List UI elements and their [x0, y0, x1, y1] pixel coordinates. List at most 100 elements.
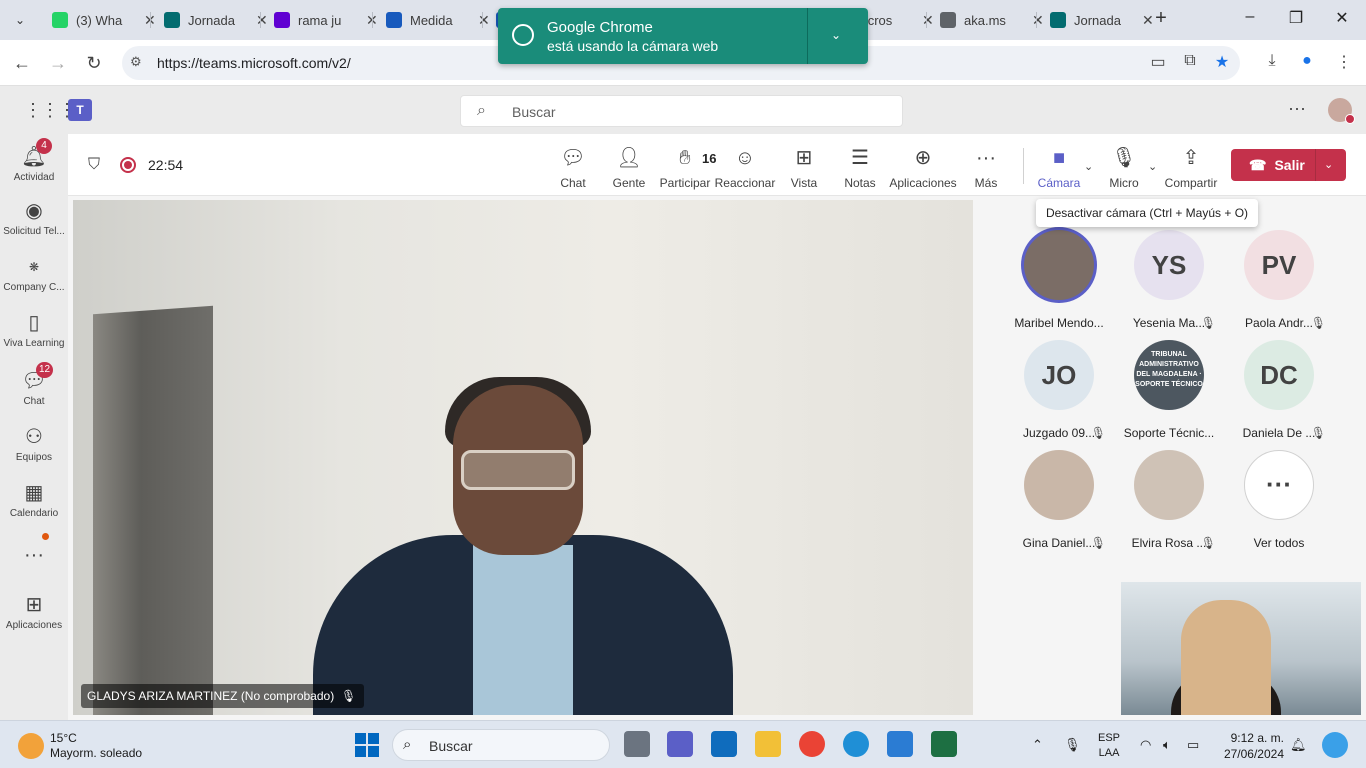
forward-arrow-icon[interactable]: → — [45, 50, 71, 76]
add-apps-icon: ⊞ — [25, 594, 43, 616]
main-speaker-video[interactable] — [73, 200, 973, 715]
rail-item-solicitud[interactable]: ◉ Solicitud Tel... — [0, 198, 68, 237]
apps-button[interactable]: ⊕ Aplicaciones — [889, 146, 957, 190]
share-button[interactable]: ⇪ Compartir — [1159, 146, 1223, 190]
window-close-icon[interactable]: ✕ — [1330, 8, 1354, 28]
site-info-icon[interactable]: ⚙ — [130, 54, 142, 70]
see-all-participants[interactable]: ··· Ver todos — [1224, 450, 1334, 550]
self-view-video[interactable] — [1121, 582, 1361, 715]
browser-tab[interactable]: rama ju✕ — [266, 6, 378, 34]
leave-label: Salir — [1274, 157, 1305, 173]
battery-icon[interactable]: ▭ — [1187, 737, 1199, 753]
react-label: Reaccionar — [714, 176, 776, 190]
leave-button[interactable]: ☎ Salir ⌄ — [1231, 149, 1346, 181]
participant-tile[interactable]: PV Paola Andr... 🎙︎ — [1224, 230, 1334, 330]
windows-start-icon[interactable] — [355, 733, 379, 757]
chrome-taskbar-icon[interactable] — [799, 731, 825, 757]
self-head — [1181, 600, 1271, 715]
notes-button[interactable]: ☰ Notas — [828, 146, 892, 190]
recording-icon — [120, 157, 136, 173]
participant-tile[interactable]: JO Juzgado 09... 🎙︎ — [1004, 340, 1114, 440]
tab-search-chevron-icon[interactable]: ⌄ — [8, 8, 32, 32]
chat-icon: 💬︎ — [560, 147, 586, 169]
notifications-bell-icon[interactable]: 🔔︎ — [1290, 737, 1307, 753]
chrome-menu-icon[interactable]: ⋮ — [1332, 52, 1356, 72]
tab-separator — [372, 12, 373, 28]
rail-item-calendar[interactable]: ▦ Calendario — [0, 480, 68, 519]
system-clock[interactable]: 9:12 a. m. 27/06/2024 — [1222, 730, 1284, 762]
reload-icon[interactable]: ↻ — [81, 50, 107, 76]
participant-tile[interactable]: Elvira Rosa ... 🎙︎ — [1114, 450, 1224, 550]
participant-tile[interactable]: Gina Daniel... 🎙︎ — [1004, 450, 1114, 550]
restore-icon[interactable]: ❐ — [1284, 8, 1308, 28]
back-arrow-icon[interactable]: ← — [9, 50, 35, 76]
bookmark-star-icon[interactable]: ★ — [1210, 52, 1234, 72]
camera-button[interactable]: ■ Cámara — [1027, 146, 1091, 190]
rail-item-viva-learning[interactable]: ▯ Viva Learning — [0, 310, 68, 349]
rail-label: Viva Learning — [3, 338, 65, 349]
mail-icon[interactable] — [711, 731, 737, 757]
edge-icon[interactable] — [843, 731, 869, 757]
taskbar-search-box[interactable]: ⌕ Buscar — [392, 729, 610, 761]
participant-avatar — [1134, 450, 1204, 520]
participant-tile[interactable]: DC Daniela De ... 🎙︎ — [1224, 340, 1334, 440]
raise-hand-button[interactable]: ✋︎ Participar — [653, 146, 717, 190]
install-app-icon[interactable]: ⧉ — [1178, 52, 1202, 70]
teams-taskbar-icon[interactable] — [667, 731, 693, 757]
people-button[interactable]: 👤︎ Gente — [597, 146, 661, 190]
new-tab-plus-icon[interactable]: + — [1150, 8, 1172, 30]
participant-avatar: YS — [1134, 230, 1204, 300]
taskbar-search-placeholder: Buscar — [429, 738, 473, 754]
browser-tab[interactable]: aka.ms ✕ — [932, 6, 1044, 34]
notification-expand-chevron-icon[interactable]: ⌄ — [831, 28, 841, 42]
store-icon[interactable] — [887, 731, 913, 757]
weather-temp: 15°C — [50, 731, 77, 745]
mic-muted-icon: 🎙︎ — [1310, 316, 1326, 330]
teams-search-box[interactable]: ⌕ Buscar — [460, 95, 903, 127]
rail-item-company[interactable]: ❋ Company C... — [0, 254, 68, 293]
user-avatar[interactable] — [1328, 98, 1355, 124]
more-dots-icon: ··· — [976, 147, 996, 169]
notes-label: Notas — [844, 176, 876, 190]
volume-icon[interactable]: 🔈︎ — [1163, 737, 1171, 753]
participant-tile[interactable]: TRIBUNAL ADMINISTRATIVO DEL MAGDALENA · … — [1114, 340, 1224, 440]
calendar-icon: ▦ — [24, 482, 44, 504]
tray-chevron-up-icon[interactable]: ⌃ — [1032, 737, 1043, 753]
minimize-icon[interactable]: – — [1238, 8, 1262, 26]
react-button[interactable]: ☺ Reaccionar — [713, 146, 777, 190]
profile-icon[interactable]: ● — [1295, 52, 1319, 70]
rail-item-activity[interactable]: 🔔︎ 4 Actividad — [0, 138, 68, 183]
view-button[interactable]: ⊞ Vista — [772, 146, 836, 190]
file-explorer-icon[interactable] — [755, 731, 781, 757]
copilot-icon[interactable] — [1322, 732, 1348, 758]
tab-label: Jornada — [1074, 12, 1121, 28]
downloads-icon[interactable]: ⤓ — [1260, 52, 1284, 70]
mic-button[interactable]: 🎙︎ Micro — [1092, 146, 1156, 190]
wifi-icon[interactable]: ◠ — [1140, 737, 1151, 753]
participant-tile[interactable]: YS Yesenia Ma... 🎙︎ — [1114, 230, 1224, 330]
shield-icon[interactable]: ⛉ — [88, 156, 100, 174]
browser-tab[interactable]: Jornada ✕ — [1042, 6, 1154, 34]
browser-tab[interactable]: Medida ✕ — [378, 6, 490, 34]
more-button[interactable]: ··· Más — [954, 146, 1018, 190]
excel-icon[interactable] — [931, 731, 957, 757]
clock-date: 27/06/2024 — [1223, 747, 1284, 761]
rail-more-apps[interactable]: ··· — [0, 542, 68, 568]
chat-button[interactable]: 💬︎ Chat — [541, 146, 605, 190]
video-camera-icon: ■ — [1052, 147, 1066, 169]
rail-item-teams[interactable]: ⚇ Equipos — [0, 424, 68, 463]
rail-item-apps[interactable]: ⊞ Aplicaciones — [0, 592, 68, 631]
camera-in-use-icon[interactable]: ▭ — [1146, 52, 1170, 72]
mic-options-chevron-icon[interactable]: ⌄ — [1148, 160, 1157, 173]
weather-sun-icon[interactable] — [18, 733, 44, 759]
rail-item-chat[interactable]: 💬︎ 12 Chat — [0, 362, 68, 407]
browser-tab[interactable]: Jornada ✕ — [156, 6, 268, 34]
language-indicator[interactable]: ESP LAA — [1098, 731, 1120, 761]
settings-more-icon[interactable]: ··· — [1288, 98, 1306, 119]
browser-tab[interactable]: (3) Wha✕ — [44, 6, 156, 34]
task-view-icon[interactable] — [624, 731, 650, 757]
leave-options-chevron-icon[interactable]: ⌄ — [1324, 158, 1333, 171]
tray-microphone-icon[interactable]: 🎙︎ — [1064, 737, 1081, 753]
participant-tile[interactable]: Maribel Mendo... — [1004, 230, 1114, 330]
chat-badge: 12 — [36, 362, 54, 378]
